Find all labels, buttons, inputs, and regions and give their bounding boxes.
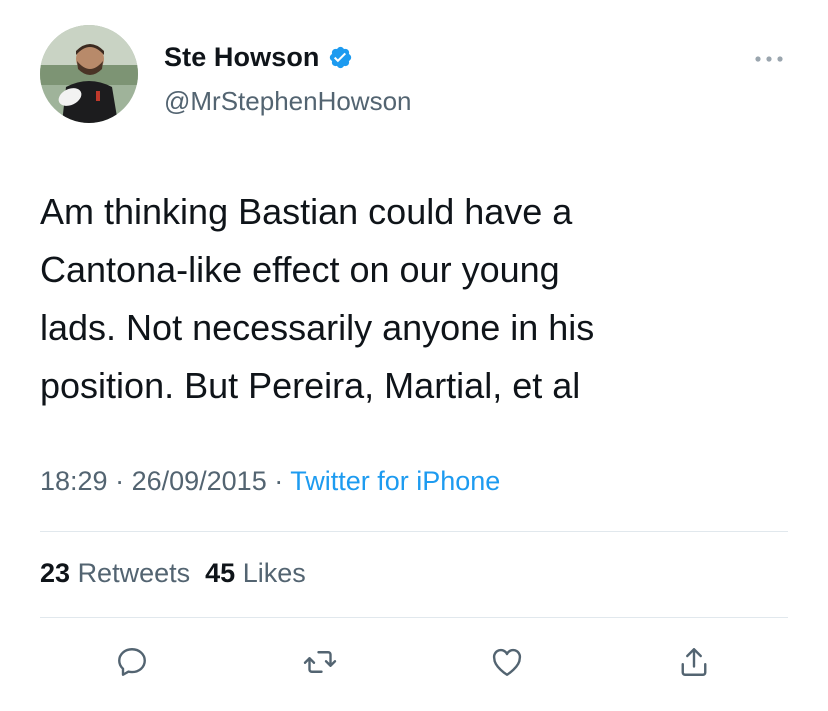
avatar[interactable] bbox=[40, 25, 138, 123]
meta-separator: · bbox=[107, 466, 132, 496]
tweet-text-line: Cantona-like effect on our young bbox=[40, 249, 560, 290]
verified-badge-icon bbox=[328, 45, 353, 70]
retweet-button[interactable] bbox=[300, 642, 340, 682]
meta-separator: · bbox=[266, 466, 291, 496]
share-icon bbox=[681, 648, 707, 676]
tweet-text-line: Am thinking Bastian could have a bbox=[40, 191, 573, 232]
display-name[interactable]: Ste Howson bbox=[164, 42, 320, 73]
tweet-time[interactable]: 18:29 bbox=[40, 466, 108, 496]
action-bar bbox=[0, 642, 828, 682]
more-options-icon[interactable] bbox=[752, 52, 786, 64]
likes-label: Likes bbox=[242, 558, 306, 588]
tweet-text: Am thinking Bastian could have a Cantona… bbox=[40, 183, 800, 415]
tweet-stats: 23 Retweets 45 Likes bbox=[40, 558, 306, 589]
share-button[interactable] bbox=[674, 642, 714, 682]
retweets-stat[interactable]: 23 Retweets bbox=[40, 558, 190, 588]
tweet-text-line: position. But Pereira, Martial, et al bbox=[40, 365, 581, 406]
retweets-label: Retweets bbox=[77, 558, 191, 588]
reply-icon bbox=[118, 648, 146, 676]
tweet-metadata: 18:29 · 26/09/2015 · Twitter for iPhone bbox=[40, 466, 500, 497]
divider bbox=[40, 617, 788, 618]
user-handle[interactable]: @MrStephenHowson bbox=[164, 86, 412, 117]
tweet-date[interactable]: 26/09/2015 bbox=[132, 466, 267, 496]
likes-stat[interactable]: 45 Likes bbox=[205, 558, 306, 588]
divider bbox=[40, 531, 788, 532]
like-button[interactable] bbox=[487, 642, 527, 682]
like-icon bbox=[492, 648, 522, 676]
reply-button[interactable] bbox=[112, 642, 152, 682]
avatar-photo bbox=[40, 25, 138, 123]
retweet-icon bbox=[303, 651, 337, 673]
likes-count: 45 bbox=[205, 558, 236, 588]
tweet-text-line: lads. Not necessarily anyone in his bbox=[40, 307, 595, 348]
tweet-source-link[interactable]: Twitter for iPhone bbox=[290, 466, 500, 496]
user-name-row[interactable]: Ste Howson bbox=[164, 42, 353, 73]
retweets-count: 23 bbox=[40, 558, 71, 588]
